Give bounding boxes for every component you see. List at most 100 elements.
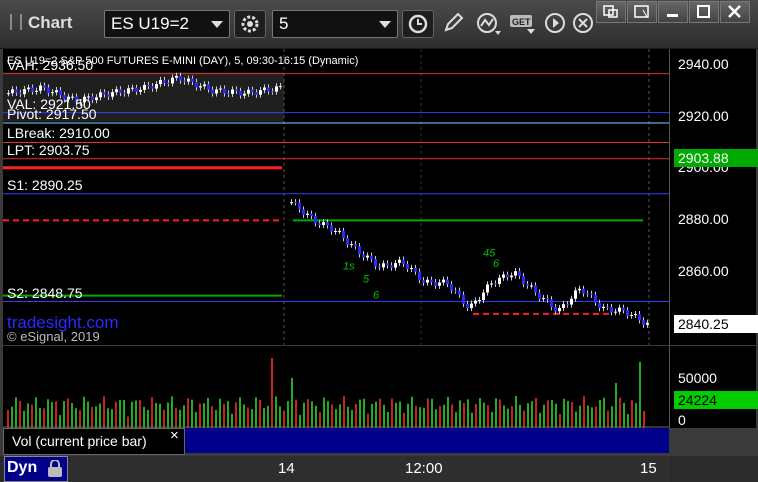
- vol-tick-0: 0: [678, 412, 686, 428]
- volume-bar: [79, 410, 81, 428]
- vol-tick-50000: 50000: [678, 370, 717, 386]
- candle-body: [354, 244, 357, 247]
- volume-bar: [251, 409, 253, 428]
- get-button[interactable]: GET: [506, 10, 536, 36]
- prior-candle-body: [91, 96, 94, 101]
- volume-bar: [83, 396, 85, 428]
- candle-body: [350, 244, 353, 246]
- prior-candle-body: [47, 87, 50, 94]
- volume-bar: [147, 409, 149, 428]
- play-button[interactable]: [540, 10, 570, 36]
- volume-study-label[interactable]: Vol (current price bar) ×: [3, 427, 185, 455]
- candle-body: [506, 274, 509, 278]
- volume-bar: [367, 413, 369, 428]
- y-tick-label: 2940.00: [678, 55, 729, 72]
- volume-bar: [635, 403, 637, 428]
- prior-candle-body: [207, 84, 210, 90]
- candle-body: [338, 230, 341, 232]
- volume-bar: [155, 402, 157, 428]
- get-icon: GET: [510, 15, 535, 34]
- symbol-value: ES U19=2: [111, 14, 189, 33]
- studies-button[interactable]: [472, 10, 502, 36]
- volume-bar: [579, 405, 581, 428]
- time-button[interactable]: [402, 10, 434, 38]
- volume-bar: [63, 401, 65, 428]
- prior-candle-body: [219, 88, 222, 90]
- draw-button[interactable]: [438, 10, 468, 36]
- line-chart-icon: [477, 13, 501, 35]
- candle-body: [346, 238, 349, 245]
- prior-candle-body: [135, 87, 138, 92]
- volume-bar: [547, 400, 549, 428]
- svg-text:GET: GET: [512, 17, 531, 27]
- candle-body: [642, 320, 645, 325]
- volume-bar: [239, 397, 241, 428]
- volume-tag: 24224: [674, 391, 758, 409]
- candle-body: [470, 303, 473, 309]
- lock-icon: [48, 460, 62, 477]
- volume-bar: [71, 403, 73, 428]
- price-axis[interactable]: 2940.002920.002900.002880.002860.002840.…: [669, 49, 758, 345]
- candle-body: [318, 223, 321, 225]
- y-tick-label: 2880.00: [678, 211, 729, 228]
- volume-bar: [435, 409, 437, 428]
- dynamic-button[interactable]: Dyn: [4, 456, 68, 482]
- candle-body: [410, 267, 413, 269]
- window-menu-button[interactable]: [627, 1, 657, 23]
- volume-bar: [427, 398, 429, 428]
- candle-body: [442, 279, 445, 283]
- volume-bar: [91, 407, 93, 428]
- minimize-button[interactable]: [658, 1, 688, 23]
- candle-body: [622, 307, 625, 311]
- volume-bar: [195, 412, 197, 428]
- candle-body: [606, 306, 609, 308]
- prior-candle-body: [187, 78, 190, 82]
- volume-bar: [143, 406, 145, 428]
- volume-bar: [543, 404, 545, 428]
- prior-candle-body: [267, 87, 270, 92]
- candle-body: [430, 279, 433, 283]
- close-window-button[interactable]: [720, 1, 750, 23]
- prior-candle-body: [171, 77, 174, 84]
- candle-body: [558, 307, 561, 312]
- prior-candle-body: [163, 80, 166, 83]
- interval-select[interactable]: 5: [272, 10, 398, 38]
- candle-body: [562, 304, 565, 308]
- settings-button[interactable]: [234, 10, 266, 38]
- volume-bar: [315, 405, 317, 428]
- candle-body: [510, 275, 513, 278]
- volume-bar: [491, 411, 493, 428]
- prior-candle-body: [279, 86, 282, 88]
- candle-body: [446, 279, 449, 284]
- volume-bar: [399, 401, 401, 428]
- price-chart[interactable]: 45 6 1s 5 6 ES U19=2 S&P 500 FUTURES E-MINI …: [3, 49, 669, 345]
- maximize-button[interactable]: [689, 1, 719, 23]
- candle-body: [466, 303, 469, 309]
- candle-body: [358, 246, 361, 255]
- volume-bar: [459, 400, 461, 428]
- candle-body: [530, 285, 533, 287]
- prior-candle-body: [99, 92, 102, 98]
- volume-bar: [31, 404, 33, 428]
- volume-bar: [643, 410, 645, 428]
- candle-body: [618, 307, 621, 312]
- volume-axis: 50000 24224 0: [669, 346, 758, 428]
- drag-grip-icon[interactable]: [10, 14, 22, 30]
- volume-bar: [567, 401, 569, 428]
- link-button[interactable]: [596, 1, 626, 23]
- volume-bar: [307, 399, 309, 428]
- volume-bar: [111, 409, 113, 428]
- close-study-icon[interactable]: ×: [170, 427, 179, 444]
- prior-candle-body: [31, 87, 34, 92]
- volume-bar: [471, 412, 473, 428]
- symbol-select[interactable]: ES U19=2: [104, 10, 230, 38]
- volume-bar: [95, 406, 97, 428]
- time-axis[interactable]: 14 12:00 15: [70, 456, 670, 482]
- candle-body: [422, 280, 425, 283]
- volume-panel[interactable]: [3, 346, 669, 428]
- clock-icon: [408, 14, 428, 34]
- volume-bar: [603, 397, 605, 428]
- close-chart-button[interactable]: [568, 10, 598, 36]
- candle-body: [310, 213, 313, 217]
- candle-body: [306, 213, 309, 215]
